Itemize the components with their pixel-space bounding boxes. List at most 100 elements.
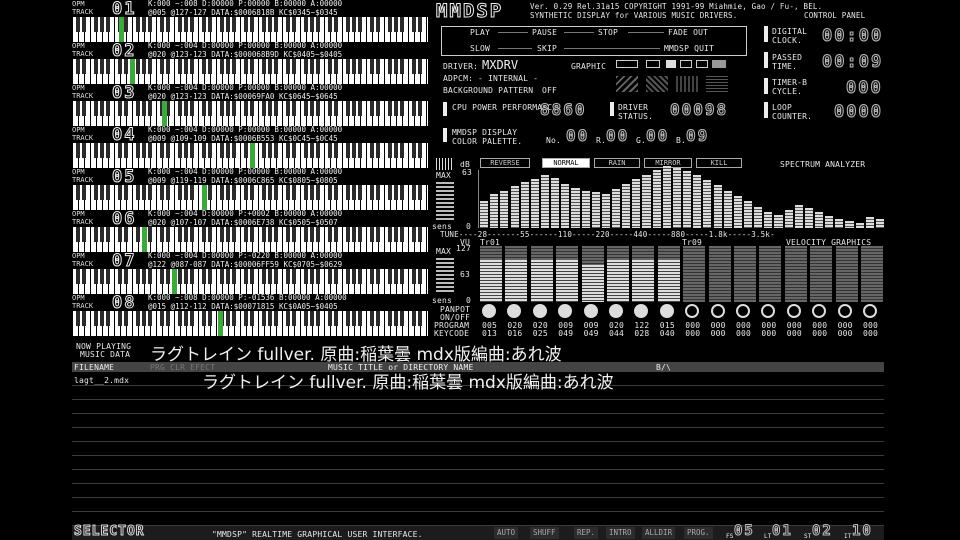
black-key	[208, 59, 212, 74]
bg-pattern-value[interactable]: OFF	[542, 86, 557, 95]
track-row[interactable]: OPM TRACK 07 K:000 ~:004 D:00000 P:-0220 B:…	[72, 252, 428, 294]
spectrum-tab-normal[interactable]: NORMAL	[542, 158, 590, 168]
selector-btn-auto[interactable]: AUTO	[494, 527, 519, 539]
selector-btn-alldir[interactable]: ALLDIR	[642, 527, 676, 539]
panpot-knob[interactable]	[761, 304, 776, 318]
black-key	[220, 143, 224, 158]
black-key	[76, 311, 80, 326]
black-key	[208, 143, 212, 158]
selector-btn-intro[interactable]: INTRO	[606, 527, 635, 539]
file-row[interactable]: lagt__2.mdx ラグトレイン fullver. 原曲:稲葉曇 mdx版編曲…	[72, 372, 884, 393]
track-row[interactable]: OPM TRACK 03 K:000 ~:004 D:00000 P:00000 B:…	[72, 84, 428, 126]
palette-g-value[interactable]: 00	[645, 127, 669, 144]
black-key	[208, 311, 212, 326]
velocity-bar	[505, 246, 528, 302]
panpot-knob[interactable]	[634, 304, 649, 318]
graphic-mode-icons[interactable]	[616, 58, 746, 70]
timer-cycle-label: TIMER-B CYCLE.	[772, 78, 808, 96]
vel-sens-slider[interactable]	[436, 258, 454, 294]
black-key	[232, 59, 236, 74]
graphic-icon	[696, 60, 708, 68]
black-key	[334, 143, 338, 158]
it-value: 10	[852, 523, 873, 540]
black-key	[304, 17, 308, 32]
panpot-knob[interactable]	[507, 304, 522, 318]
black-key	[118, 101, 122, 116]
black-key	[346, 17, 350, 32]
track-row[interactable]: OPM TRACK 06 K:000 ~:004 D:00000 P:+0002 B:…	[72, 210, 428, 252]
graphic-label: GRAPHIC	[571, 62, 607, 71]
panpot-knob[interactable]	[736, 304, 750, 318]
track-row[interactable]: OPM TRACK 04 K:000 ~:004 D:00000 P:00000 B:…	[72, 126, 428, 168]
spectrum-tab-kill[interactable]: KILL	[696, 158, 742, 168]
black-key	[76, 269, 80, 284]
black-key	[400, 17, 404, 32]
panpot-knob[interactable]	[532, 304, 547, 318]
black-key	[118, 59, 122, 74]
spectrum-bar	[754, 206, 763, 228]
spec-sens-slider[interactable]	[436, 182, 454, 220]
palette-no-value[interactable]: 00	[565, 127, 589, 144]
driver-status-label: DRIVER STATUS.	[618, 103, 654, 121]
track-opm-label: OPM	[72, 0, 85, 8]
quit-button[interactable]: MMDSP QUIT	[664, 44, 714, 53]
panpot-knob[interactable]	[482, 304, 496, 318]
spectrum-tab-reverse[interactable]: REVERSE	[480, 158, 530, 168]
panpot-knob[interactable]	[812, 304, 827, 318]
panpot-knob[interactable]	[659, 304, 674, 318]
black-key	[244, 227, 248, 242]
panpot-knob[interactable]	[609, 304, 623, 318]
fs-value: 05	[734, 523, 755, 540]
play-button[interactable]: PLAY	[470, 28, 490, 37]
subtitle-text: SYNTHETIC DISPLAY for VARIOUS MUSIC DRIV…	[530, 11, 738, 20]
black-key	[388, 143, 392, 158]
black-key	[178, 269, 182, 284]
black-key	[328, 311, 332, 326]
panpot-knob[interactable]	[710, 304, 725, 318]
track-row[interactable]: OPM TRACK 08 K:000 ~:008 D:00000 P:-01536 B…	[72, 294, 428, 336]
black-key	[388, 59, 392, 74]
selector-btn-rep[interactable]: REP.	[574, 527, 599, 539]
velocity-bar-bg	[861, 246, 883, 302]
selector-btn-prog[interactable]: PROG.	[684, 527, 713, 539]
black-key	[178, 17, 182, 32]
black-key	[166, 59, 170, 74]
panpot-knob[interactable]	[685, 304, 700, 318]
black-key	[370, 101, 374, 116]
black-key	[412, 59, 416, 74]
bg-pattern-thumbs[interactable]	[616, 76, 746, 92]
palette-r-value[interactable]: 00	[605, 127, 629, 144]
panpot-knob[interactable]	[786, 304, 801, 318]
slow-button[interactable]: SLOW	[470, 44, 490, 53]
panpot-knob[interactable]	[558, 304, 573, 318]
panpot-knob[interactable]	[583, 304, 598, 318]
velocity-bar	[607, 246, 629, 302]
skip-button[interactable]: SKIP	[537, 44, 557, 53]
black-key	[124, 101, 128, 116]
track-row[interactable]: OPM TRACK 05 K:000 ~:004 D:00000 P:00000 B:…	[72, 168, 428, 210]
track-info-2: @009 @119-119 DATA:$0006C865 KC$0805~$08…	[148, 176, 338, 185]
stop-button[interactable]: STOP	[598, 28, 618, 37]
track-label: TRACK	[72, 218, 94, 226]
panpot-knob[interactable]	[837, 304, 852, 318]
driver-label: DRIVER:	[443, 62, 479, 71]
black-key	[244, 17, 248, 32]
pause-button[interactable]: PAUSE	[532, 28, 557, 37]
passed-time-label: PASSED TIME.	[772, 53, 803, 71]
graphic-icon	[712, 60, 726, 68]
track-row[interactable]: OPM TRACK 01 K:000 ~:008 D:00000 P:00000 B:…	[72, 0, 428, 42]
selector-btn-shuff[interactable]: SHUFF	[530, 527, 559, 539]
spectrum-tab-rain[interactable]: RAIN	[594, 158, 640, 168]
velocity-bar-fill	[632, 260, 655, 302]
palette-b-value[interactable]: 09	[685, 127, 709, 144]
black-key	[136, 101, 140, 116]
palette-label: MMDSP DISPLAY COLOR PALETTE.	[452, 128, 523, 146]
panpot-knob[interactable]	[863, 304, 877, 318]
bg-pattern-label: BACKGROUND PATTERN	[443, 86, 534, 95]
fadeout-button[interactable]: FADE OUT	[668, 28, 708, 37]
track-row[interactable]: OPM TRACK 02 K:000 ~:004 D:00000 P:00000 B:…	[72, 42, 428, 84]
black-key	[160, 311, 164, 326]
black-key	[262, 227, 266, 242]
black-key	[106, 59, 110, 74]
black-key	[106, 227, 110, 242]
